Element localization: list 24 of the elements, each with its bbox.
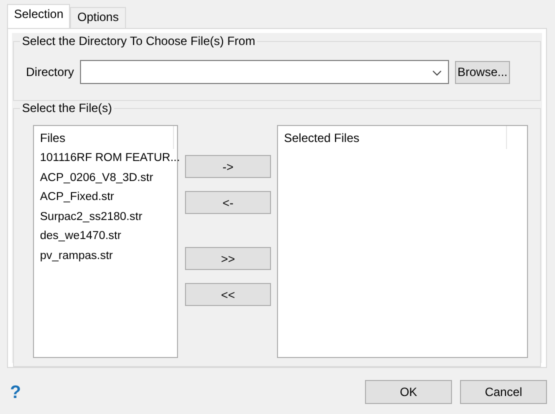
- directory-label: Directory: [26, 65, 74, 79]
- directory-combo[interactable]: [80, 60, 450, 84]
- dialog-button[interactable]: Cancel: [460, 380, 547, 404]
- move-button[interactable]: <-: [185, 191, 271, 214]
- move-button[interactable]: >>: [185, 247, 271, 270]
- column-header[interactable]: Files: [34, 126, 174, 149]
- group-title: Select the Directory To Choose File(s) From: [20, 34, 258, 48]
- move-button[interactable]: <<: [185, 283, 271, 306]
- column-header[interactable]: Selected Files: [278, 126, 507, 149]
- chevron-down-icon: [432, 70, 442, 76]
- file-item[interactable]: ACP_0206_V8_3D.str: [34, 168, 158, 188]
- file-item[interactable]: pv_rampas.str: [34, 246, 117, 266]
- browse-button[interactable]: Browse...: [455, 60, 510, 84]
- tab[interactable]: Options: [70, 7, 126, 28]
- group-title: Select the File(s): [20, 101, 114, 115]
- tab[interactable]: Selection: [7, 4, 70, 28]
- file-item[interactable]: ACP_Fixed.str: [34, 188, 118, 208]
- files-list[interactable]: Files 101116RF ROM FEATUR... ACP_0206_V8_3D.str ACP_Fixed.str Surpac2_ss2180.str des_we1470.str pv_rampas.str: [33, 125, 178, 358]
- help-icon[interactable]: ?: [10, 382, 21, 402]
- selected-files-list[interactable]: Selected Files: [277, 125, 528, 358]
- dialog-button[interactable]: OK: [365, 380, 452, 404]
- file-item[interactable]: des_we1470.str: [34, 227, 126, 246]
- file-item[interactable]: Surpac2_ss2180.str: [34, 208, 146, 227]
- move-button[interactable]: ->: [185, 155, 271, 178]
